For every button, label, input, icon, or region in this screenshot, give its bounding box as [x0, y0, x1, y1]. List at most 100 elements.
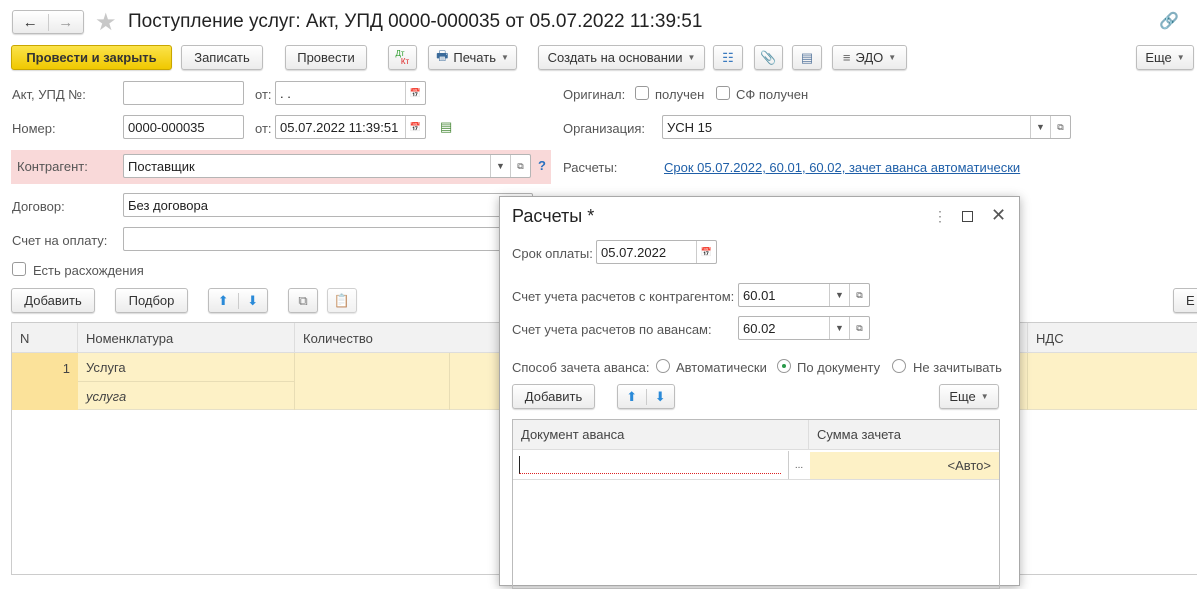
copy-icon[interactable]: ⧉ [288, 288, 318, 313]
attachment-icon[interactable]: 📎 [754, 45, 783, 70]
radio-no-offset[interactable] [892, 359, 906, 373]
column-header-advance-doc[interactable]: Документ аванса [513, 420, 809, 450]
favorite-star-icon[interactable]: ★ [95, 8, 117, 37]
account-advances-input[interactable]: 60.02 ▼ ⧉ [738, 316, 870, 340]
menu-dots-icon[interactable]: ⋮ [933, 208, 947, 225]
dialog-add-button[interactable]: Добавить [512, 384, 595, 409]
counterparty-label: Контрагент: [17, 159, 88, 174]
table-more-button[interactable]: Е [1173, 288, 1197, 313]
forward-arrow-icon[interactable]: → [49, 14, 84, 31]
radio-by-document[interactable] [777, 359, 791, 373]
structure-icon[interactable]: ☷ [713, 45, 743, 70]
due-date-value: 05.07.2022 [601, 244, 667, 260]
open-icon[interactable]: ⧉ [849, 317, 869, 339]
received-checkbox[interactable] [635, 86, 649, 100]
calendar-icon[interactable]: 📅 [405, 116, 425, 138]
column-header-n[interactable]: N [12, 323, 78, 353]
act-from-label: от: [255, 87, 272, 102]
row-item[interactable]: Услуга [78, 353, 295, 382]
chevron-down-icon: ▼ [687, 53, 696, 62]
account-advances-value: 60.02 [743, 320, 776, 336]
create-based-label: Создать на основании [547, 50, 683, 65]
contract-input[interactable]: Без договора [123, 193, 533, 217]
post-and-close-button[interactable]: Провести и закрыть [11, 45, 172, 70]
list-icon[interactable]: ▤ [792, 45, 822, 70]
radio-auto[interactable] [656, 359, 670, 373]
edo-label: ЭДО [855, 50, 884, 65]
number-label: Номер: [12, 121, 56, 136]
edo-button[interactable]: ≡ ЭДО ▼ [832, 45, 907, 70]
select-button[interactable]: ... [788, 451, 809, 479]
pick-button[interactable]: Подбор [115, 288, 188, 313]
chevron-down-icon[interactable]: ▼ [490, 155, 510, 177]
nav-buttons: ← → [12, 10, 84, 34]
chevron-down-icon[interactable]: ▼ [1030, 116, 1050, 138]
more-button[interactable]: Еще ▼ [1136, 45, 1194, 70]
row-number: 1 [12, 353, 78, 410]
number-date-input[interactable]: 05.07.2022 11:39:51 📅 [275, 115, 426, 139]
radio-no-offset-label: Не зачитывать [913, 360, 1002, 375]
column-divider [1027, 353, 1028, 410]
chevron-down-icon[interactable]: ▼ [829, 284, 849, 306]
print-label: Печать [453, 50, 496, 65]
offset-sum-cell[interactable]: <Авто> [810, 452, 999, 479]
organization-input[interactable]: УСН 15 ▼ ⧉ [662, 115, 1071, 139]
settlements-label: Расчеты: [563, 160, 618, 175]
open-icon[interactable]: ⧉ [849, 284, 869, 306]
radio-auto-label: Автоматически [676, 360, 767, 375]
chevron-down-icon: ▼ [888, 53, 897, 62]
arrow-up-icon[interactable]: ⬆ [209, 292, 239, 309]
act-date-value: . . [280, 85, 291, 101]
link-icon[interactable]: 🔗 [1159, 11, 1179, 31]
maximize-icon[interactable] [962, 211, 973, 222]
calendar-icon[interactable]: 📅 [696, 241, 716, 263]
counterparty-input[interactable]: Поставщик ▼ ⧉ [123, 154, 531, 178]
open-icon[interactable]: ⧉ [1050, 116, 1070, 138]
dialog-move-buttons: ⬆ ⬇ [617, 384, 675, 409]
arrow-up-icon[interactable]: ⬆ [618, 388, 647, 405]
help-icon[interactable]: ? [538, 158, 546, 173]
due-date-label: Срок оплаты: [512, 246, 593, 261]
sf-received-label: СФ получен [736, 87, 809, 102]
column-header-item[interactable]: Номенклатура [78, 323, 295, 353]
open-icon[interactable]: ⧉ [510, 155, 530, 177]
close-icon[interactable]: ✕ [991, 205, 1006, 226]
create-based-on-button[interactable]: Создать на основании ▼ [538, 45, 705, 70]
dt-kt-button[interactable]: Дт Кт [388, 45, 417, 70]
arrow-down-icon[interactable]: ⬇ [647, 389, 675, 405]
advance-doc-input[interactable] [519, 456, 781, 474]
radio-by-document-label: По документу [797, 360, 881, 375]
number-date-value: 05.07.2022 11:39:51 [280, 119, 399, 135]
account-counterparty-input[interactable]: 60.01 ▼ ⧉ [738, 283, 870, 307]
more-label: Еще [1145, 50, 1172, 65]
row-item-sub[interactable]: услуга [78, 382, 295, 410]
edo-icon: ≡ [842, 50, 851, 65]
settlements-link[interactable]: Срок 05.07.2022, 60.01, 60.02, зачет ава… [664, 160, 1020, 175]
column-header-vat[interactable]: НДС [1027, 323, 1197, 353]
column-header-quantity[interactable]: Количество [295, 323, 505, 353]
discrepancy-checkbox[interactable] [12, 262, 26, 276]
original-label: Оригинал: [563, 87, 626, 102]
invoice-input[interactable] [123, 227, 533, 251]
sf-received-checkbox[interactable] [716, 86, 730, 100]
act-date-input[interactable]: . . 📅 [275, 81, 426, 105]
print-button[interactable]: 🖶 Печать ▼ [428, 45, 517, 70]
column-header-offset-sum[interactable]: Сумма зачета [809, 420, 999, 450]
act-number-input[interactable] [123, 81, 244, 105]
calendar-icon[interactable]: 📅 [405, 82, 425, 104]
kt-label: Кт [400, 56, 410, 66]
save-button[interactable]: Записать [181, 45, 263, 70]
number-input[interactable]: 0000-000035 [123, 115, 244, 139]
dialog-more-button[interactable]: Еще ▼ [939, 384, 999, 409]
back-arrow-icon[interactable]: ← [13, 13, 49, 31]
invoice-label: Счет на оплату: [12, 233, 108, 248]
document-check-icon[interactable]: ▤ [440, 119, 452, 135]
chevron-down-icon[interactable]: ▼ [829, 317, 849, 339]
post-button[interactable]: Провести [285, 45, 367, 70]
chevron-down-icon: ▼ [1176, 53, 1185, 62]
arrow-down-icon[interactable]: ⬇ [239, 293, 268, 309]
add-row-button[interactable]: Добавить [11, 288, 95, 313]
account-counterparty-label: Счет учета расчетов с контрагентом: [512, 289, 735, 304]
due-date-input[interactable]: 05.07.2022 📅 [596, 240, 717, 264]
dialog-more-label: Еще [949, 389, 976, 404]
